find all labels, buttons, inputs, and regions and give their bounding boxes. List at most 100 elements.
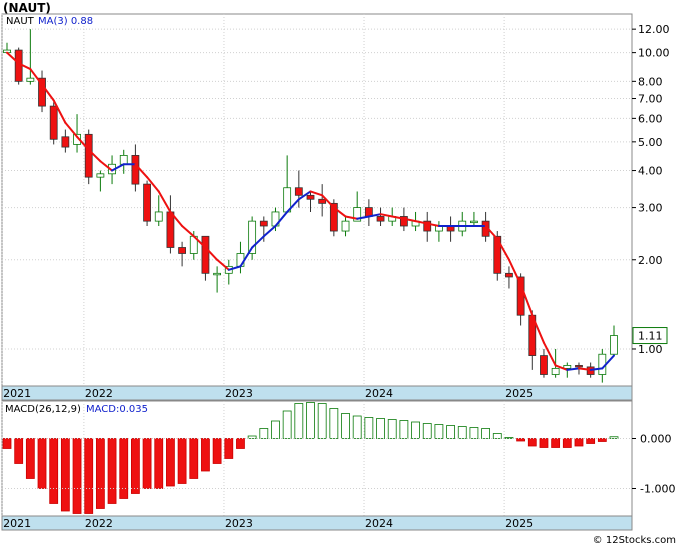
- chart-svg: 12.00 10.00 8.00 7.00 6.00 5.00 4.00 3.00 2.00 1.…: [1, 13, 676, 546]
- macd-bar: [37, 438, 47, 489]
- macd-bar: [364, 417, 374, 439]
- macd-bar: [352, 415, 362, 439]
- macd-legend-label: MACD(26,12,9): [5, 404, 81, 415]
- candle-body: [376, 216, 385, 222]
- price-tick-label: 1.00: [638, 343, 663, 356]
- macd-bar: [166, 438, 175, 487]
- year-label: 2023: [225, 517, 253, 530]
- price-tick-label: 2.00: [638, 254, 663, 267]
- candle-body: [14, 49, 23, 82]
- macd-bar: [259, 428, 269, 439]
- candle-body: [470, 220, 478, 224]
- price-tick-label: 8.00: [638, 75, 663, 88]
- candle-body: [96, 173, 105, 178]
- candle-body: [306, 194, 315, 200]
- legend-symbol: NAUT: [6, 16, 35, 27]
- macd-bar: [481, 428, 490, 439]
- price-tick-label: 3.00: [638, 202, 663, 215]
- year-label: 2022: [85, 517, 113, 530]
- watermark: © 12Stocks.com: [593, 535, 676, 546]
- year-label: 2024: [365, 517, 393, 530]
- macd-bar: [317, 403, 327, 439]
- candle: [84, 129, 93, 185]
- candle-body: [236, 253, 245, 267]
- macd-bar: [411, 421, 420, 439]
- macd-bar: [282, 410, 292, 439]
- macd-bar: [107, 438, 117, 504]
- macd-bar: [399, 420, 409, 439]
- macd-bar: [212, 438, 222, 464]
- candle-body: [143, 183, 151, 222]
- macd-bar: [329, 408, 339, 439]
- macd-bar: [422, 423, 432, 439]
- price-tick-label: 5.00: [638, 136, 663, 149]
- price-tick-label: 7.00: [638, 93, 663, 106]
- candle: [143, 180, 151, 226]
- candle-body: [610, 335, 618, 355]
- candle-body: [84, 133, 93, 178]
- macd-bar: [72, 438, 82, 514]
- macd-bar: [60, 438, 70, 512]
- macd-bar: [341, 413, 350, 439]
- macd-bar: [376, 418, 385, 439]
- price-panel: [1, 13, 633, 387]
- macd-bar: [586, 438, 596, 444]
- year-label: 2023: [225, 387, 253, 400]
- candle-body: [154, 211, 163, 222]
- year-label: 2021: [3, 517, 31, 530]
- candle: [14, 47, 23, 85]
- candle-body: [575, 365, 583, 368]
- macd-bar: [2, 438, 12, 449]
- macd-bar: [562, 438, 572, 448]
- macd-bar: [551, 438, 561, 448]
- candle-body: [26, 77, 35, 82]
- legend-ma: MA(3) 0.88: [38, 16, 93, 27]
- macd-bar: [516, 438, 526, 442]
- macd-tick-label: 0.000: [640, 433, 672, 446]
- macd-bar: [25, 438, 35, 479]
- macd-tick-label: -1.000: [640, 483, 675, 496]
- price-tick-label: 12.00: [638, 23, 670, 36]
- candle-body: [213, 272, 222, 276]
- candle-body: [166, 211, 175, 248]
- candle-body: [505, 272, 513, 278]
- macd-bar: [49, 438, 59, 504]
- candle-body: [119, 154, 128, 165]
- macd-bar: [306, 402, 315, 439]
- year-label: 2021: [3, 387, 31, 400]
- macd-bar: [539, 438, 549, 448]
- last-price-label: 1.11: [638, 330, 663, 343]
- macd-bar: [14, 438, 24, 464]
- macd-bar: [469, 427, 479, 439]
- candle-body: [551, 367, 560, 375]
- candle-body: [318, 198, 327, 204]
- candle-body: [294, 187, 303, 196]
- macd-bar: [131, 438, 140, 494]
- macd-bar: [271, 420, 280, 439]
- candle-body: [131, 154, 140, 185]
- macd-bar: [527, 438, 537, 447]
- price-tick-label: 6.00: [638, 112, 663, 125]
- candle-body: [201, 235, 210, 274]
- candle-body: [341, 220, 350, 232]
- candle-body: [178, 247, 186, 254]
- year-label: 2025: [505, 387, 533, 400]
- macd-bar: [434, 424, 444, 439]
- candle-body: [259, 220, 268, 227]
- macd-legend-value: MACD:0.035: [86, 404, 148, 415]
- macd-bar: [574, 438, 584, 447]
- macd-bar: [142, 438, 152, 489]
- macd-bar: [189, 438, 199, 479]
- candle-body: [540, 355, 548, 375]
- macd-bar: [446, 425, 455, 439]
- macd-bar: [201, 438, 210, 472]
- macd-bar: [294, 403, 304, 439]
- macd-bar: [457, 426, 467, 439]
- macd-bar: [236, 438, 245, 449]
- candle-body: [49, 105, 58, 140]
- macd-bar: [119, 438, 129, 499]
- candle: [49, 102, 58, 145]
- year-label: 2024: [365, 387, 393, 400]
- macd-bar: [224, 438, 234, 459]
- macd-bar: [387, 419, 397, 439]
